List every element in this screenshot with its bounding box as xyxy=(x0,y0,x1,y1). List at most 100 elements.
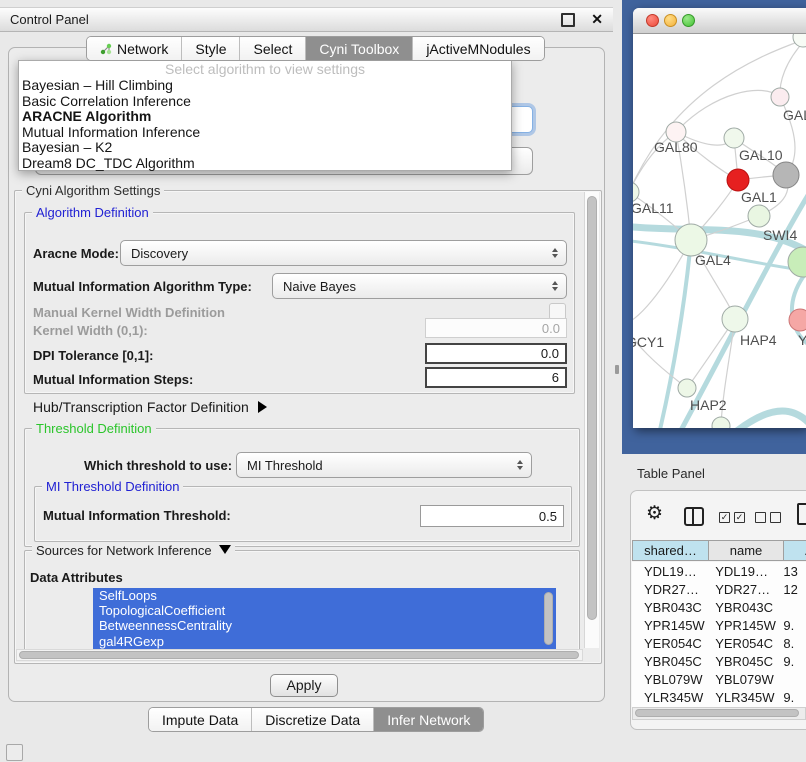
table-cell[interactable]: 9. xyxy=(777,690,806,705)
dropdown-placeholder: Select algorithm to view settings xyxy=(19,61,511,78)
node-label: SWI4 xyxy=(763,227,797,243)
bottom-tab-impute-data[interactable]: Impute Data xyxy=(149,708,251,731)
table-cell[interactable]: 9. xyxy=(777,618,806,633)
attribute-item-selfloops[interactable]: SelfLoops xyxy=(93,588,556,603)
minimize-traffic-light-icon[interactable] xyxy=(664,14,677,27)
gear-icon[interactable]: ⚙ xyxy=(646,504,663,524)
kernel-width-field[interactable]: 0.0 xyxy=(425,318,567,338)
column-header-shared[interactable]: shared… xyxy=(632,540,709,561)
document-icon[interactable] xyxy=(797,503,806,525)
aracne-mode-select[interactable]: Discovery xyxy=(120,240,567,266)
settings-horizontal-scrollbar[interactable] xyxy=(16,649,583,661)
network-node-gal[interactable] xyxy=(771,88,789,106)
tab-network[interactable]: Network xyxy=(87,37,181,60)
network-node[interactable] xyxy=(793,34,806,47)
hub-definition-toggle[interactable]: Hub/Transcription Factor Definition xyxy=(33,399,267,415)
table-cell[interactable]: YDL19… xyxy=(632,564,705,579)
mi-threshold-field[interactable]: 0.5 xyxy=(420,505,564,527)
network-node-hap4[interactable] xyxy=(722,306,748,332)
network-node[interactable] xyxy=(712,417,730,428)
network-node[interactable] xyxy=(773,162,799,188)
network-node-swi4[interactable] xyxy=(748,205,770,227)
which-threshold-select[interactable]: MI Threshold xyxy=(236,452,532,478)
tab-style[interactable]: Style xyxy=(181,37,239,60)
network-node-y[interactable] xyxy=(789,309,806,331)
table-cell[interactable]: YBR045C xyxy=(705,654,777,669)
table-row[interactable]: YDL19…YDL19…13 xyxy=(632,562,806,580)
attribute-list-scrollbar[interactable] xyxy=(544,592,553,645)
attribute-item-gal4rgexp[interactable]: gal4RGexp xyxy=(93,634,556,649)
network-edge[interactable] xyxy=(679,184,806,428)
table-cell[interactable]: YPR145W xyxy=(705,618,777,633)
table-cell[interactable]: YDR27… xyxy=(705,582,777,597)
table-cell[interactable]: YDL19… xyxy=(705,564,777,579)
algorithm-option-basic-correlation-inference[interactable]: Basic Correlation Inference xyxy=(19,94,511,110)
network-node[interactable] xyxy=(788,247,806,277)
sources-group-title[interactable]: Sources for Network Inference xyxy=(32,543,235,558)
table-row[interactable]: YBL079WYBL079W xyxy=(632,671,806,689)
table-cell[interactable]: 12 xyxy=(777,582,806,597)
attribute-item-betweennesscentrality[interactable]: BetweennessCentrality xyxy=(93,618,556,633)
table-cell[interactable]: YER054C xyxy=(705,636,777,651)
control-panel-titlebar[interactable]: Control Panel ✕ xyxy=(0,7,613,32)
table-cell[interactable]: YBR045C xyxy=(632,654,705,669)
mi-type-select[interactable]: Naive Bayes xyxy=(272,273,567,299)
table-cell[interactable]: YBL079W xyxy=(705,672,777,687)
network-window-titlebar[interactable] xyxy=(633,8,806,34)
table-cell[interactable]: YDR27… xyxy=(632,582,705,597)
table-row[interactable]: YBR045CYBR045C9. xyxy=(632,652,806,670)
column-header-name[interactable]: name xyxy=(708,540,784,561)
splitter-handle[interactable] xyxy=(615,365,619,374)
apply-button[interactable]: Apply xyxy=(270,674,338,697)
table-cell[interactable]: YPR145W xyxy=(632,618,705,633)
tab-cyni-toolbox[interactable]: Cyni Toolbox xyxy=(305,37,412,60)
algorithm-option-bayesian-k2[interactable]: Bayesian – K2 xyxy=(19,140,511,156)
table-row[interactable]: YER054CYER054C8. xyxy=(632,634,806,652)
table-cell[interactable]: YLR345W xyxy=(705,690,777,705)
table-cell[interactable]: YBR043C xyxy=(632,600,705,615)
settings-vertical-scrollbar[interactable] xyxy=(584,192,599,648)
bottom-tab-infer-network[interactable]: Infer Network xyxy=(373,708,483,731)
table-cell[interactable]: 9. xyxy=(777,654,806,669)
bottom-tab-discretize-data[interactable]: Discretize Data xyxy=(251,708,373,731)
mi-steps-field[interactable]: 6 xyxy=(425,367,567,388)
attribute-item-topologicalcoefficient[interactable]: TopologicalCoefficient xyxy=(93,603,556,618)
table-row[interactable]: YDR27…YDR27…12 xyxy=(632,580,806,598)
checked-checkboxes-icon[interactable]: ✓✓ xyxy=(719,512,745,523)
algorithm-definition-title: Algorithm Definition xyxy=(32,205,153,220)
algorithm-option-mutual-information-inference[interactable]: Mutual Information Inference xyxy=(19,125,511,141)
network-node-gal11[interactable] xyxy=(633,182,639,202)
split-columns-icon[interactable] xyxy=(684,507,704,526)
zoom-traffic-light-icon[interactable] xyxy=(682,14,695,27)
algorithm-option-dream8-dc-tdc-algorithm[interactable]: Dream8 DC_TDC Algorithm xyxy=(19,156,511,172)
algorithm-option-bayesian-hill-climbing[interactable]: Bayesian – Hill Climbing xyxy=(19,78,511,94)
network-node-hap2[interactable] xyxy=(678,379,696,397)
table-horizontal-scrollbar[interactable] xyxy=(632,707,806,720)
tab-select[interactable]: Select xyxy=(239,37,305,60)
network-edge[interactable] xyxy=(733,411,806,428)
table-row[interactable]: YPR145WYPR145W9. xyxy=(632,616,806,634)
table-cell[interactable]: YER054C xyxy=(632,636,705,651)
float-icon[interactable] xyxy=(561,13,575,27)
table-row[interactable]: YLR345WYLR345W9. xyxy=(632,689,806,707)
network-node-gal1[interactable] xyxy=(727,169,749,191)
network-node-gal10[interactable] xyxy=(724,128,744,148)
close-icon[interactable]: ✕ xyxy=(591,11,603,28)
column-header-a[interactable]: A xyxy=(783,540,806,561)
tab-jactivemnodules[interactable]: jActiveMNodules xyxy=(412,37,543,60)
unchecked-checkboxes-icon[interactable] xyxy=(755,512,781,523)
collapsed-panel-icon[interactable] xyxy=(6,744,23,761)
table-row[interactable]: YBR043CYBR043C xyxy=(632,598,806,616)
table-cell[interactable]: YBL079W xyxy=(632,672,705,687)
kernel-width-label: Kernel Width (0,1): xyxy=(33,323,148,338)
table-cell[interactable]: YBR043C xyxy=(705,600,777,615)
table-cell[interactable]: 13 xyxy=(777,564,806,579)
close-traffic-light-icon[interactable] xyxy=(646,14,659,27)
network-edge[interactable] xyxy=(676,90,780,132)
table-cell[interactable]: 8. xyxy=(777,636,806,651)
table-cell[interactable]: YLR345W xyxy=(632,690,705,705)
algorithm-option-aracne-algorithm[interactable]: ARACNE Algorithm xyxy=(19,109,511,125)
network-window[interactable]: GALGAL80GAL10GAL1GAL11SWI4GAL4GCY1HAP4YH… xyxy=(633,8,806,428)
network-canvas[interactable]: GALGAL80GAL10GAL1GAL11SWI4GAL4GCY1HAP4YH… xyxy=(633,34,806,428)
dpi-tolerance-field[interactable]: 0.0 xyxy=(425,343,567,364)
